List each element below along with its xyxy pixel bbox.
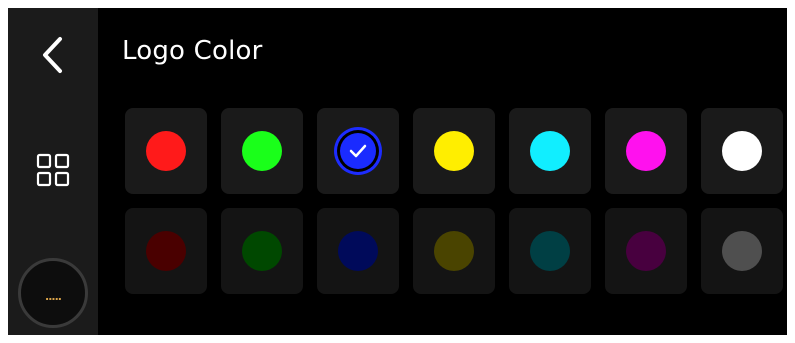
sidebar: ..... — [8, 8, 98, 335]
page-title: Logo Color — [122, 36, 263, 66]
color-swatch-cyan[interactable] — [509, 108, 591, 194]
more-button[interactable]: ..... — [18, 258, 88, 328]
color-swatch-yellow[interactable] — [413, 108, 495, 194]
color-dot-gray — [722, 231, 762, 271]
color-dot-cyan — [530, 131, 570, 171]
back-button[interactable] — [30, 32, 76, 78]
color-dot-dark-yellow — [434, 231, 474, 271]
color-dot-dark-blue — [338, 231, 378, 271]
grid-view-button[interactable] — [30, 147, 76, 193]
color-swatch-grid — [125, 108, 783, 294]
more-dots-icon: ..... — [45, 289, 62, 303]
color-swatch-dark-magenta[interactable] — [605, 208, 687, 294]
color-dot-dark-cyan — [530, 231, 570, 271]
color-swatch-magenta[interactable] — [605, 108, 687, 194]
color-dot-blue — [340, 133, 376, 169]
color-swatch-red[interactable] — [125, 108, 207, 194]
grid-icon — [36, 153, 70, 187]
color-swatch-blue[interactable] — [317, 108, 399, 194]
color-dot-red — [146, 131, 186, 171]
chevron-left-icon — [43, 37, 62, 73]
color-swatch-gray[interactable] — [701, 208, 783, 294]
color-dot-dark-green — [242, 231, 282, 271]
color-swatch-green[interactable] — [221, 108, 303, 194]
checkmark-icon — [349, 144, 367, 158]
color-swatch-dark-blue[interactable] — [317, 208, 399, 294]
color-swatch-white[interactable] — [701, 108, 783, 194]
color-swatch-dark-red[interactable] — [125, 208, 207, 294]
color-dot-dark-magenta — [626, 231, 666, 271]
color-dot-dark-red — [146, 231, 186, 271]
color-swatch-dark-green[interactable] — [221, 208, 303, 294]
color-dot-green — [242, 131, 282, 171]
color-dot-yellow — [434, 131, 474, 171]
color-dot-white — [722, 131, 762, 171]
logo-color-screen: ..... Logo Color — [8, 8, 787, 335]
color-swatch-dark-yellow[interactable] — [413, 208, 495, 294]
color-swatch-dark-cyan[interactable] — [509, 208, 591, 294]
color-dot-magenta — [626, 131, 666, 171]
